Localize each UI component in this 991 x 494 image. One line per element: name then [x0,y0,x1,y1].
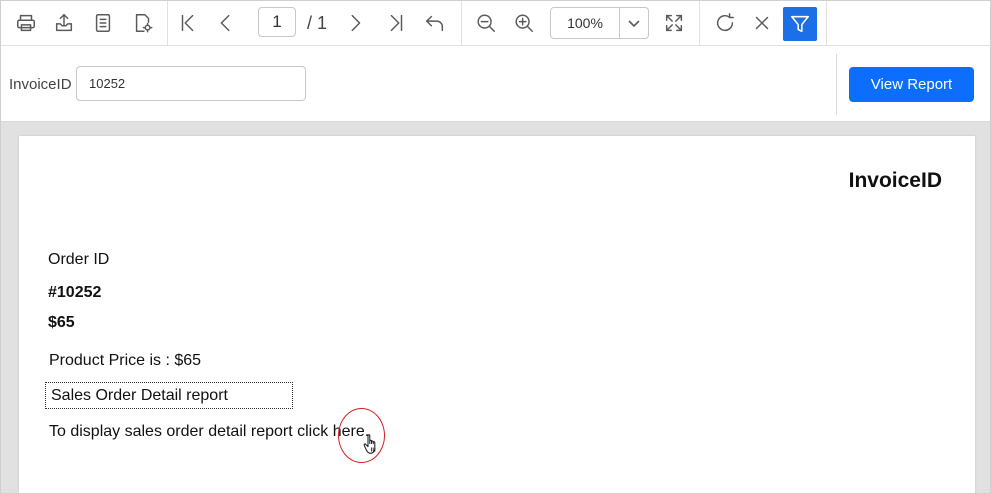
toolbar-divider [826,1,827,45]
drillthrough-text: To display sales order detail report cli… [49,423,369,441]
zoom-in-icon[interactable] [509,8,539,38]
page-total-label: / 1 [307,13,328,33]
toolbar-divider [167,1,168,45]
toolbar-divider [699,1,700,45]
fit-page-icon[interactable] [659,8,689,38]
price-value: $65 [48,314,75,331]
parameter-panel: InvoiceID View Report [1,46,990,122]
export-icon[interactable] [49,8,79,38]
last-page-icon[interactable] [381,8,411,38]
order-id-value: #10252 [48,284,102,301]
refresh-icon[interactable] [710,8,740,38]
view-report-button[interactable]: View Report [849,67,974,102]
close-icon[interactable] [747,8,777,38]
zoom-dropdown[interactable]: 100% [550,7,649,39]
filter-icon[interactable] [783,7,817,41]
zoom-value: 100% [567,15,603,31]
previous-page-icon[interactable] [211,8,241,38]
subreport-title: Sales Order Detail report [45,382,293,409]
invoice-id-label: InvoiceID [9,76,72,93]
drillthrough-link[interactable]: here. [333,423,369,440]
back-icon[interactable] [420,8,450,38]
report-canvas[interactable]: InvoiceID Order ID #10252 $65 Product Pr… [1,122,990,493]
product-price-text: Product Price is : $65 [49,352,202,369]
chevron-down-icon[interactable] [621,12,647,34]
order-id-label: Order ID [48,251,110,268]
report-page: InvoiceID Order ID #10252 $65 Product Pr… [19,136,975,493]
parameter-divider [836,54,837,115]
page-setup-icon[interactable] [128,8,158,38]
document-icon[interactable] [88,8,118,38]
zoom-divider [619,8,620,38]
toolbar: / 1 100% [1,1,990,46]
toolbar-divider [461,1,462,45]
first-page-icon[interactable] [173,8,203,38]
next-page-icon[interactable] [340,8,370,38]
zoom-out-icon[interactable] [471,8,501,38]
invoice-id-input[interactable] [76,66,306,101]
print-icon[interactable] [11,8,41,38]
drillthrough-prefix: To display sales order detail report cli… [49,423,333,440]
report-title: InvoiceID [848,169,942,192]
page-number-input[interactable] [258,7,296,37]
report-viewer-window: / 1 100% [0,0,991,494]
